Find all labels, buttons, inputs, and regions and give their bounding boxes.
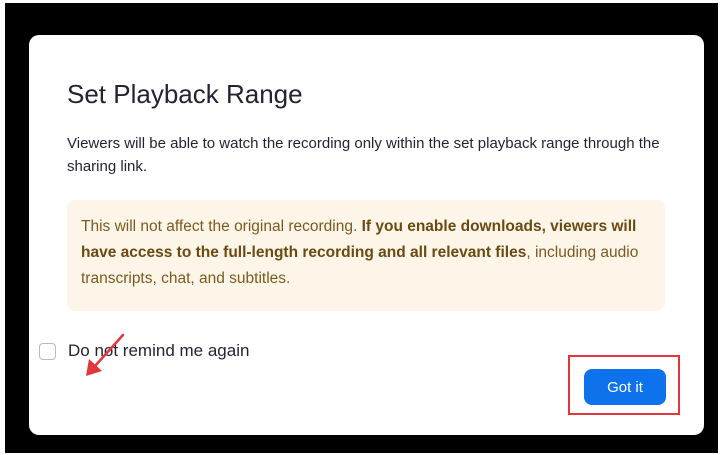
- do-not-remind-row[interactable]: Do not remind me again: [39, 340, 249, 362]
- notice-text-part1: This will not affect the original record…: [81, 218, 362, 235]
- dialog-title: Set Playback Range: [67, 79, 303, 109]
- notice-text: This will not affect the original record…: [81, 214, 646, 292]
- do-not-remind-label[interactable]: Do not remind me again: [68, 341, 249, 361]
- do-not-remind-checkbox[interactable]: [39, 342, 56, 360]
- notice-box: This will not affect the original record…: [67, 200, 665, 311]
- got-it-button[interactable]: Got it: [584, 369, 666, 405]
- dialog-description: Viewers will be able to watch the record…: [67, 135, 660, 175]
